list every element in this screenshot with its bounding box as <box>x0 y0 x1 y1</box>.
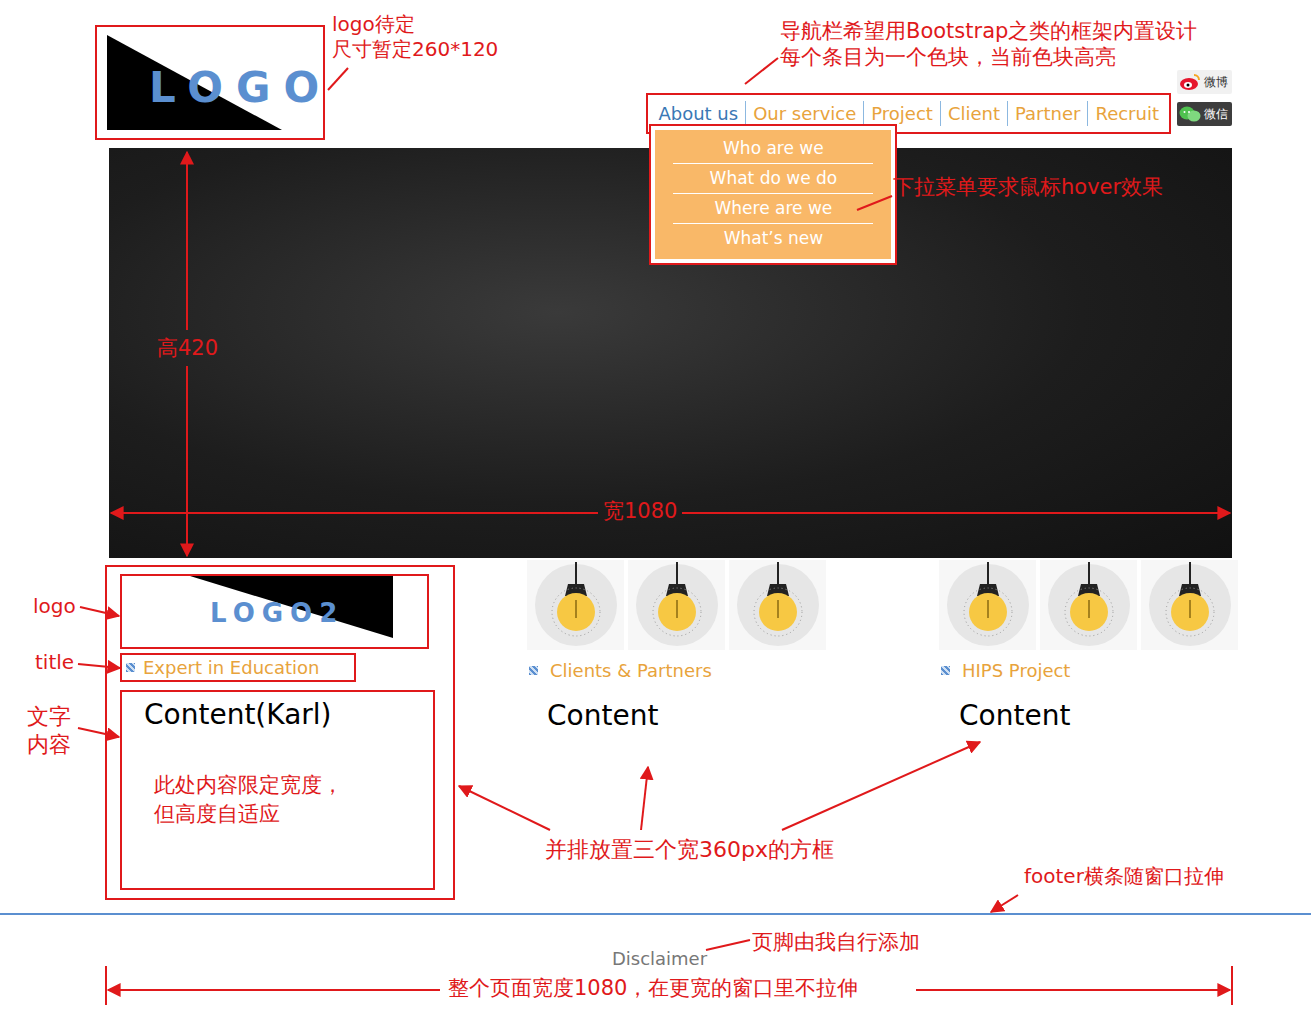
bulb-tile <box>939 560 1036 650</box>
weibo-link[interactable]: 微博 <box>1177 70 1232 94</box>
bulb-tile <box>1141 560 1238 650</box>
footer-note: footer横条随窗口拉伸 <box>1024 864 1224 889</box>
content-text: Content(Karl) <box>144 698 411 731</box>
nav-item[interactable]: Our service <box>745 101 863 126</box>
nav-item[interactable]: About us <box>651 101 745 126</box>
dropdown-item[interactable]: What do we do <box>673 164 873 194</box>
lightbulb-icon <box>1147 562 1233 648</box>
footer-line <box>0 913 1311 915</box>
logo-label: logo <box>33 594 76 619</box>
logo[interactable]: LOGO <box>95 25 325 140</box>
disclaimer[interactable]: Disclaimer <box>0 915 1311 969</box>
nav-item[interactable]: Project <box>863 101 940 126</box>
lightbulb-icon <box>945 562 1031 648</box>
dropdown-item[interactable]: Where are we <box>673 194 873 224</box>
column-title: Clients & Partners <box>527 660 867 681</box>
column: Clients & Partners Content <box>527 558 867 732</box>
column-box: LOGO2 Expert in Education Content(Karl) 此处内… <box>105 565 455 900</box>
bullet-icon <box>126 663 135 672</box>
bulb-tile <box>628 560 725 650</box>
bullet-icon <box>529 666 538 675</box>
bulb-row <box>939 560 1241 650</box>
nav-group: About usOur serviceProjectClientPartnerR… <box>646 70 1232 134</box>
nav-wrap: About usOur serviceProjectClientPartnerR… <box>646 93 1171 134</box>
bulb-tile <box>1040 560 1137 650</box>
content-text: Content <box>939 699 1241 732</box>
dropdown-item[interactable]: What’s new <box>673 224 873 253</box>
dropdown-item[interactable]: Who are we <box>673 134 873 164</box>
footer-self-note: 页脚由我自行添加 <box>752 929 920 955</box>
bullet-icon <box>941 666 950 675</box>
column-title: HIPS Project <box>939 660 1241 681</box>
lightbulb-icon <box>533 562 619 648</box>
content-text: Content <box>527 699 867 732</box>
lightbulb-icon <box>735 562 821 648</box>
page: LOGO About usOur serviceProjectClientPart… <box>0 0 1311 1014</box>
dropdown-note: 下拉菜单要求鼠标hover效果 <box>893 174 1163 200</box>
lightbulb-icon <box>1046 562 1132 648</box>
bulb-tile <box>527 560 624 650</box>
nav-item[interactable]: Recruit <box>1087 101 1166 126</box>
logo2-text: LOGO2 <box>210 598 344 628</box>
logo-text: LOGO <box>149 63 332 112</box>
wechat-icon <box>1179 105 1201 123</box>
weibo-icon <box>1179 73 1201 91</box>
bulb-row <box>527 560 867 650</box>
logo-note: logo待定 尺寸暂定260*120 <box>332 12 498 62</box>
content-box: Content(Karl) 此处内容限定宽度， 但高度自适应 <box>120 690 435 890</box>
wechat-link[interactable]: 微信 <box>1177 102 1232 126</box>
text-label: 文字 内容 <box>27 703 71 758</box>
nav-note: 导航栏希望用Bootstrap之类的框架内置设计 每个条目为一个色块，当前色块高… <box>780 18 1197 71</box>
height-note: 高420 <box>157 335 218 361</box>
column: HIPS Project Content <box>939 558 1241 732</box>
title-label: title <box>35 650 74 675</box>
content-note: 此处内容限定宽度， 但高度自适应 <box>144 771 411 830</box>
nav-item[interactable]: Partner <box>1007 101 1087 126</box>
dropdown-menu: Who are weWhat do we doWhere are weWhat’… <box>649 124 897 265</box>
columns-note: 并排放置三个宽360px的方框 <box>545 836 834 864</box>
page-width-note: 整个页面宽度1080，在更宽的窗口里不拉伸 <box>448 975 858 1001</box>
column-title: Expert in Education <box>120 653 356 682</box>
social-links: 微博微信 <box>1177 70 1232 126</box>
width-note: 宽1080 <box>603 498 677 524</box>
bulb-tile <box>729 560 826 650</box>
logo2: LOGO2 <box>120 574 429 649</box>
nav-item[interactable]: Client <box>940 101 1007 126</box>
lightbulb-icon <box>634 562 720 648</box>
